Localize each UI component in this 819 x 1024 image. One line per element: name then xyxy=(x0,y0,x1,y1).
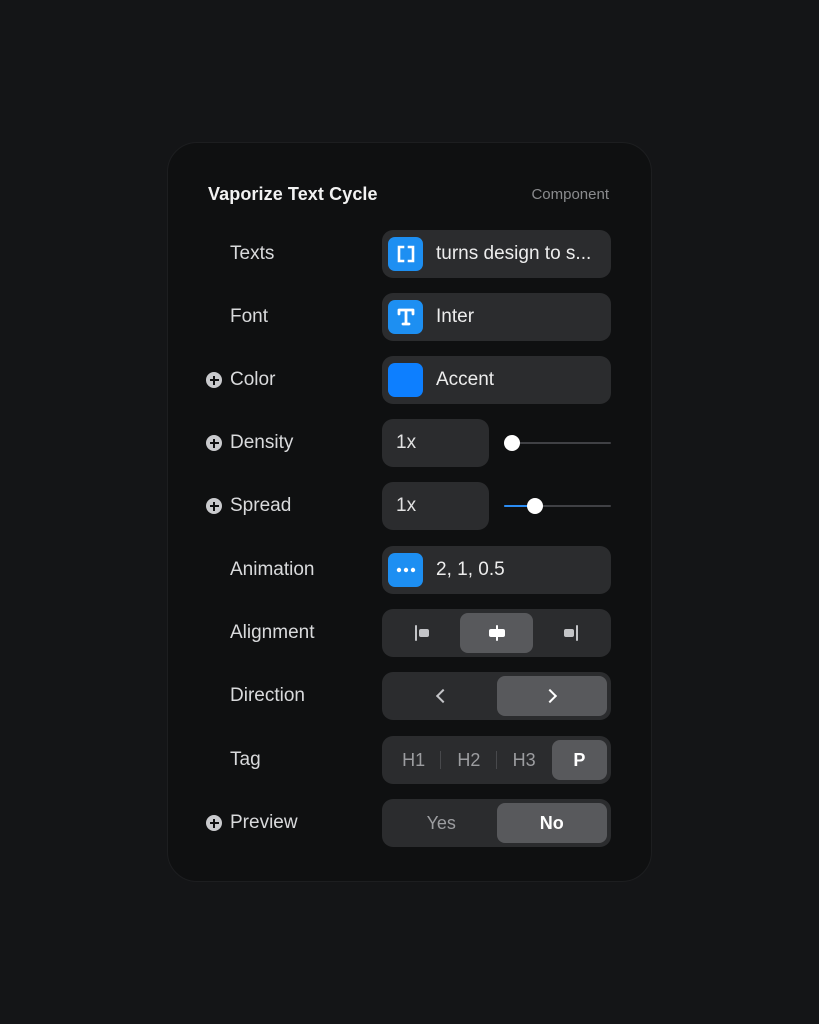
tag-h2-button[interactable]: H2 xyxy=(441,740,497,780)
row-label-density: Density xyxy=(230,432,294,453)
color-swatch[interactable] xyxy=(388,363,423,397)
row-alignment: Alignment xyxy=(206,609,611,657)
spread-value: 1x xyxy=(396,495,417,516)
chevron-left-icon xyxy=(436,688,451,704)
row-color: Color Accent xyxy=(206,356,611,404)
row-density: Density 1x xyxy=(206,419,611,467)
slider-track xyxy=(504,442,611,444)
spread-slider[interactable] xyxy=(504,482,611,530)
row-label-tag: Tag xyxy=(230,749,261,770)
row-label-animation: Animation xyxy=(230,559,315,580)
chevron-right-icon xyxy=(542,688,557,704)
density-input[interactable]: 1x xyxy=(382,419,489,467)
add-color-icon[interactable] xyxy=(206,372,222,388)
row-tag: Tag H1 H2 H3 P xyxy=(206,736,611,784)
row-animation: Animation 2, 1, 0.5 xyxy=(206,546,611,594)
slider-knob[interactable] xyxy=(526,498,543,514)
add-spread-icon[interactable] xyxy=(206,498,222,514)
row-texts: Texts turns design to s... xyxy=(206,230,611,278)
type-icon xyxy=(388,300,423,334)
align-left-icon xyxy=(413,625,433,641)
row-label-direction: Direction xyxy=(230,685,305,706)
tag-h1-button[interactable]: H1 xyxy=(386,740,442,780)
properties-panel: Vaporize Text Cycle Component Texts turn… xyxy=(167,142,652,882)
preview-no-button[interactable]: No xyxy=(496,803,607,843)
row-label-font: Font xyxy=(230,306,269,327)
spread-input[interactable]: 1x xyxy=(382,482,489,530)
direction-segmented xyxy=(382,672,611,720)
row-direction: Direction xyxy=(206,672,611,720)
brackets-icon xyxy=(388,237,423,271)
tag-p-button[interactable]: P xyxy=(551,740,607,780)
align-center-icon xyxy=(487,625,507,641)
row-label-spread: Spread xyxy=(230,495,292,516)
panel-header: Vaporize Text Cycle Component xyxy=(208,181,609,207)
tag-segmented: H1 H2 H3 P xyxy=(382,736,611,784)
texts-field[interactable]: turns design to s... xyxy=(382,230,611,278)
row-label-texts: Texts xyxy=(230,243,275,264)
preview-yes-button[interactable]: Yes xyxy=(386,803,497,843)
density-slider[interactable] xyxy=(504,419,611,467)
direction-left-button[interactable] xyxy=(386,676,497,716)
font-field[interactable]: Inter xyxy=(382,293,611,341)
row-font: Font Inter xyxy=(206,293,611,341)
color-field[interactable]: Accent xyxy=(382,356,611,404)
panel-title: Vaporize Text Cycle xyxy=(208,183,378,204)
slider-knob[interactable] xyxy=(504,435,520,451)
direction-right-button[interactable] xyxy=(496,676,607,716)
align-right-icon xyxy=(560,625,580,641)
texts-value: turns design to s... xyxy=(436,243,592,264)
align-right-button[interactable] xyxy=(533,613,607,653)
preview-segmented: Yes No xyxy=(382,799,611,847)
row-label-color: Color xyxy=(230,369,276,390)
align-left-button[interactable] xyxy=(386,613,460,653)
color-value: Accent xyxy=(436,369,495,390)
density-value: 1x xyxy=(396,432,417,453)
tag-h3-button[interactable]: H3 xyxy=(497,740,552,780)
panel-subtitle: Component xyxy=(531,185,609,203)
align-center-button[interactable] xyxy=(459,613,534,653)
animation-value: 2, 1, 0.5 xyxy=(436,559,505,580)
font-value: Inter xyxy=(436,306,475,327)
row-preview: Preview Yes No xyxy=(206,799,611,847)
animation-field[interactable]: 2, 1, 0.5 xyxy=(382,546,611,594)
row-label-preview: Preview xyxy=(230,812,298,833)
ellipsis-icon xyxy=(388,553,423,587)
add-density-icon[interactable] xyxy=(206,435,222,451)
add-preview-icon[interactable] xyxy=(206,815,222,831)
row-spread: Spread 1x xyxy=(206,482,611,530)
alignment-segmented xyxy=(382,609,611,657)
row-label-alignment: Alignment xyxy=(230,622,315,643)
